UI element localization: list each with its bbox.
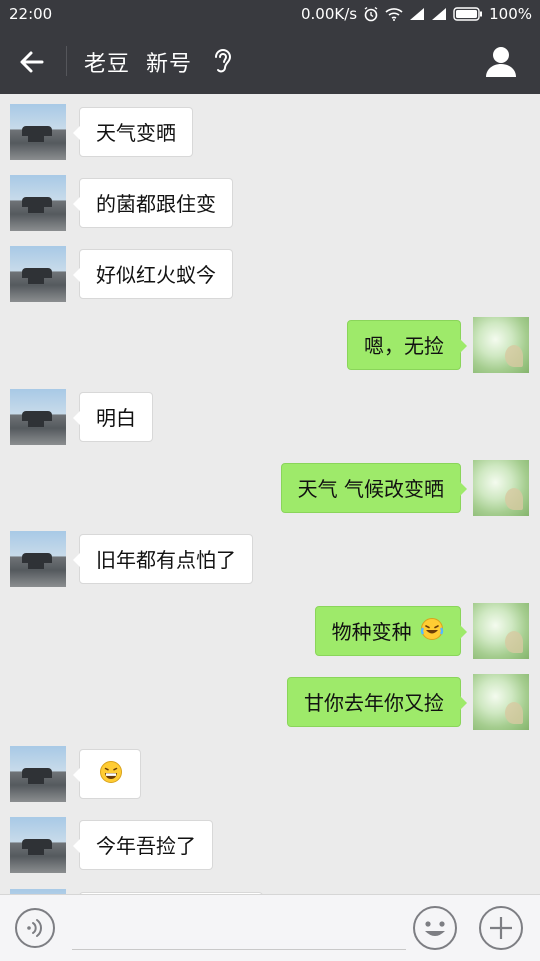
plus-icon[interactable] — [478, 905, 524, 951]
grin-emoji — [99, 752, 123, 802]
message-row: 今年吾捡了 — [0, 817, 540, 873]
contact-avatar[interactable] — [10, 389, 66, 445]
contact-avatar[interactable] — [10, 817, 66, 873]
my-avatar[interactable] — [473, 317, 529, 373]
message-bubble[interactable]: 物种变种 — [314, 606, 468, 659]
message-row: 甘你去年你又捡 — [0, 674, 540, 730]
alarm-icon — [363, 6, 379, 22]
my-avatar[interactable] — [473, 674, 529, 730]
header-divider — [66, 46, 67, 76]
contact-avatar[interactable] — [10, 246, 66, 302]
message-bubble[interactable]: 甘你去年你又捡 — [287, 677, 467, 727]
message-bubble[interactable]: 好似红火蚁今 — [73, 249, 233, 299]
contact-avatar[interactable] — [10, 746, 66, 802]
message-bubble[interactable]: 明白 — [73, 392, 153, 442]
battery-icon — [453, 7, 483, 21]
message-row: 旧年都有点怕了 — [0, 531, 540, 587]
message-bubble[interactable]: 旧年都有点怕了 — [73, 534, 253, 584]
message-bubble[interactable]: 嗯，无捡 — [347, 320, 467, 370]
signal-icon-2 — [431, 7, 447, 21]
message-bubble[interactable]: 今年吾捡了 — [73, 820, 213, 870]
chat-area[interactable]: 天气变晒 的菌都跟住变 好似红火蚁今 嗯，无捡 明白 天气 气候改变晒 旧年都有… — [0, 94, 540, 894]
message-row: 明白 — [0, 389, 540, 445]
my-avatar[interactable] — [473, 603, 529, 659]
message-bubble[interactable]: 的菌都跟住变 — [73, 178, 233, 228]
status-bar: 22:00 0.00K/s 100% — [0, 0, 540, 28]
wifi-icon — [385, 7, 403, 21]
message-row: 好似红火蚁今 — [0, 246, 540, 302]
ear-icon — [210, 46, 236, 76]
contact-avatar[interactable] — [10, 104, 66, 160]
message-row: 天气变晒 — [0, 104, 540, 160]
laughing-tears-emoji — [420, 609, 444, 659]
contact-avatar[interactable] — [10, 175, 66, 231]
battery-level: 100% — [489, 5, 532, 23]
message-row: 的菌都跟住变 — [0, 175, 540, 231]
message-row: 天气 气候改变晒 — [0, 460, 540, 516]
chat-title: 老豆 新号 — [84, 52, 192, 77]
message-bubble[interactable]: 天气 气候改变晒 — [280, 463, 468, 513]
voice-icon[interactable] — [14, 907, 56, 949]
network-speed: 0.00K/s — [301, 5, 358, 23]
message-row: 嗯，无捡 — [0, 317, 540, 373]
smiley-icon[interactable] — [412, 905, 458, 951]
person-icon[interactable] — [484, 44, 518, 78]
contact-avatar[interactable] — [10, 531, 66, 587]
message-row: 物种变种 — [0, 603, 540, 659]
status-right: 0.00K/s 100% — [301, 5, 532, 23]
chat-header: 老豆 新号 — [0, 28, 540, 94]
message-bubble[interactable] — [73, 749, 141, 802]
message-row — [0, 746, 540, 802]
message-bubble[interactable]: 天气变晒 — [73, 107, 193, 157]
my-avatar[interactable] — [473, 460, 529, 516]
message-input[interactable] — [72, 907, 406, 950]
back-arrow-icon[interactable] — [14, 44, 50, 80]
signal-icon — [409, 7, 425, 21]
status-time: 22:00 — [9, 5, 53, 23]
message-text: 物种变种 — [331, 620, 412, 644]
input-bar — [0, 894, 540, 961]
